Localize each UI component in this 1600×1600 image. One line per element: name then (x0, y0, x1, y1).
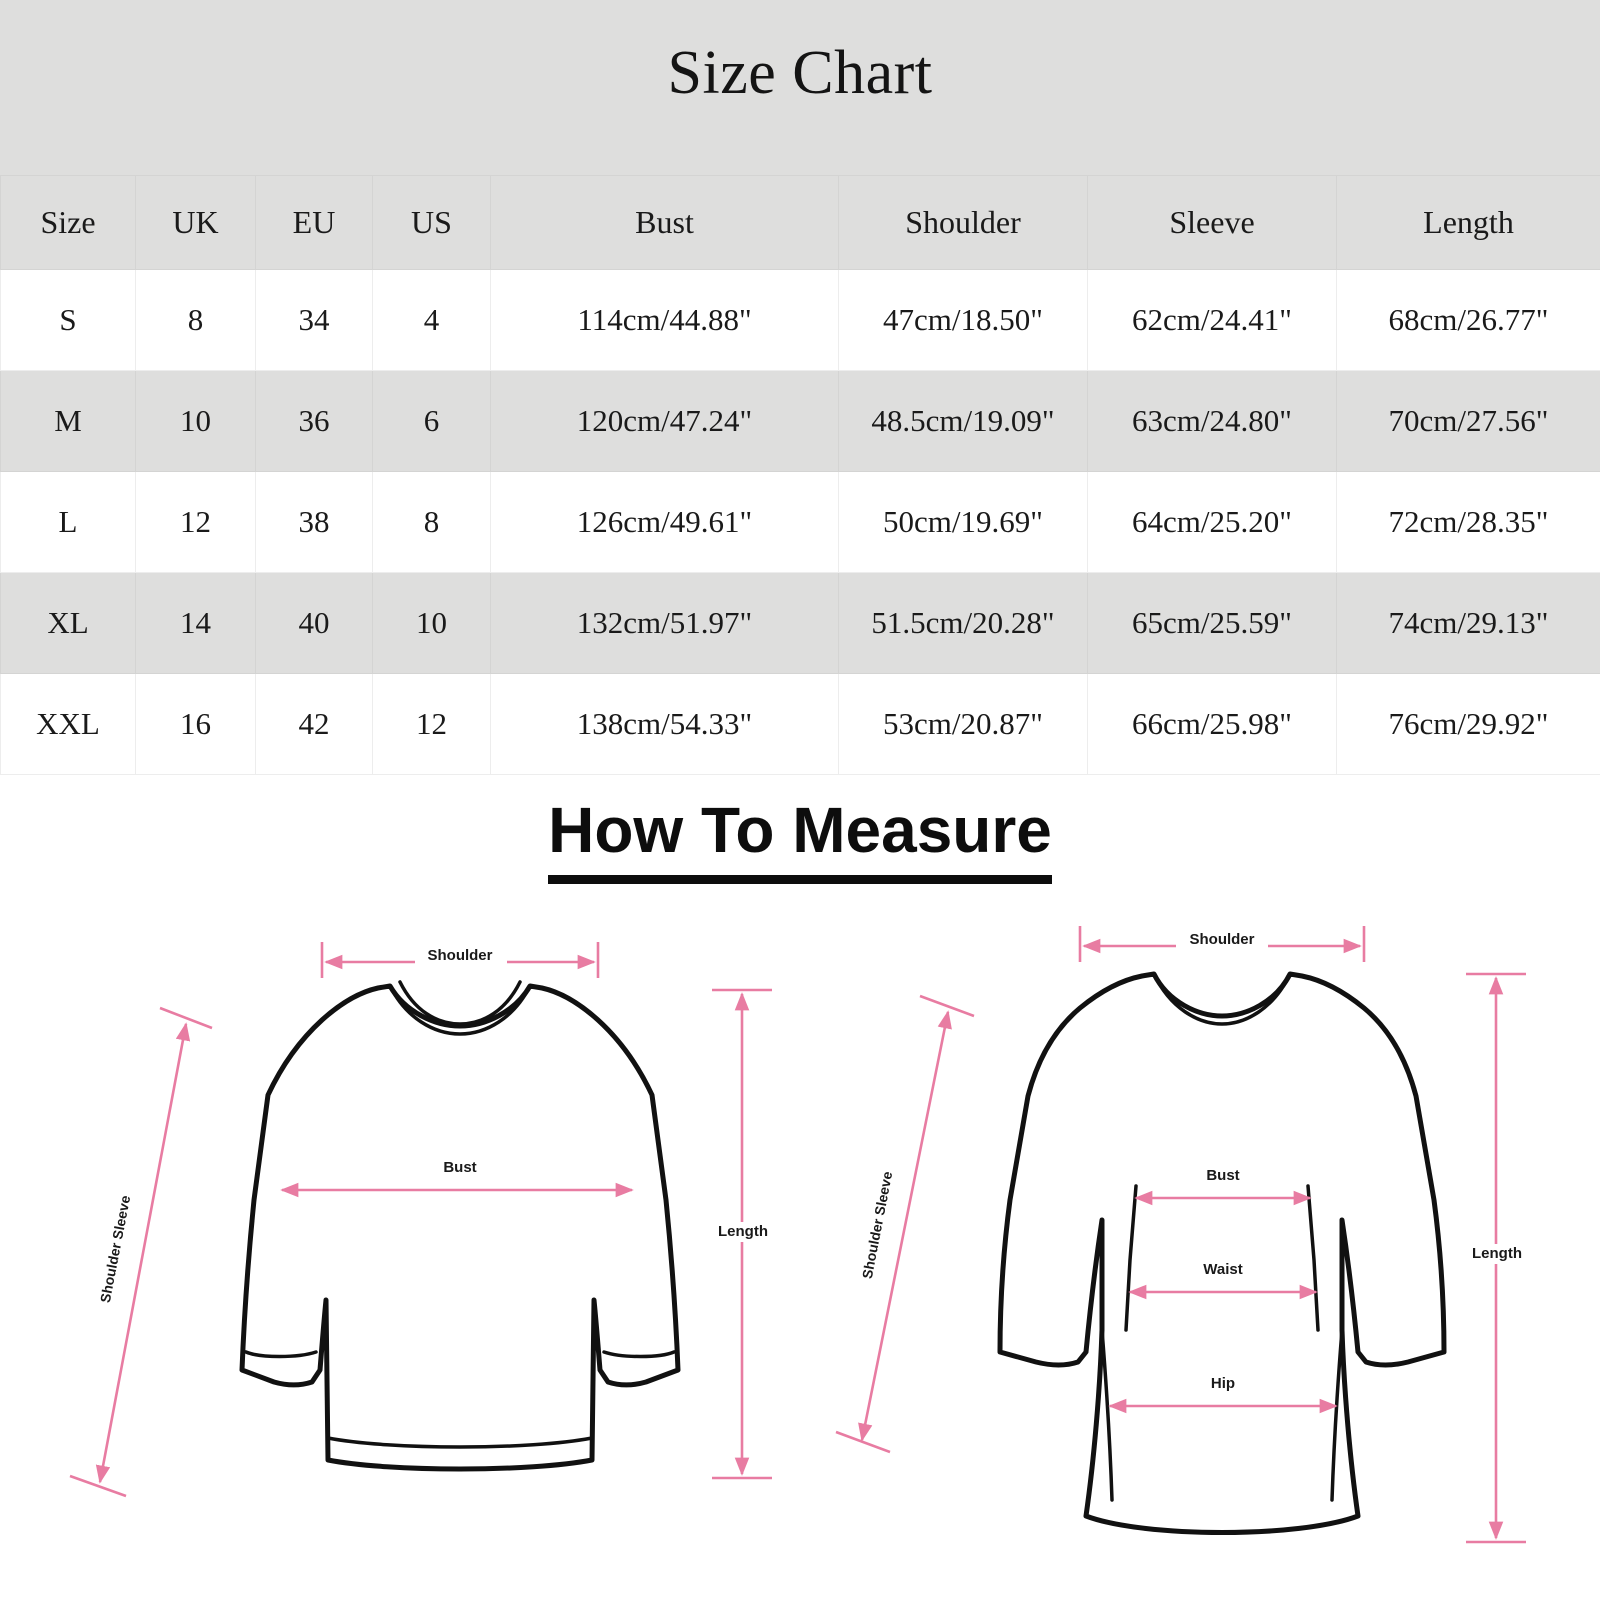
cell-sleeve: 66cm/25.98" (1087, 673, 1337, 775)
cell-size: L (0, 471, 136, 573)
column-header-shoulder: Shoulder (838, 175, 1088, 270)
bust-label: Bust (1206, 1167, 1239, 1184)
table-header-row: Size UK EU US Bust Shoulder Sleeve Lengt… (0, 175, 1600, 270)
shoulder-sleeve-dimension-arrow: Shoulder Sleeve (69, 1006, 213, 1498)
bust-dimension-arrow: Bust (280, 1158, 634, 1198)
how-to-measure-section-header: How To Measure (0, 783, 1600, 898)
cell-size: XXL (0, 673, 136, 775)
column-header-us: US (372, 175, 491, 270)
cell-length: 76cm/29.92" (1336, 673, 1600, 775)
size-chart-table: Size UK EU US Bust Shoulder Sleeve Lengt… (0, 175, 1600, 775)
shoulder-label: Shoulder (1189, 931, 1254, 948)
waist-dimension-arrow: Waist (1128, 1260, 1318, 1300)
column-header-uk: UK (135, 175, 256, 270)
cell-uk: 14 (135, 572, 256, 674)
cell-us: 4 (372, 269, 491, 371)
table-row: M 10 36 6 120cm/47.24" 48.5cm/19.09" 63c… (0, 370, 1600, 472)
cell-bust: 120cm/47.24" (490, 370, 839, 472)
title-banner: Size Chart (0, 0, 1600, 175)
shoulder-sleeve-label: Shoulder Sleeve (859, 1170, 896, 1280)
cell-shoulder: 48.5cm/19.09" (838, 370, 1088, 472)
cell-sleeve: 65cm/25.59" (1087, 572, 1337, 674)
cell-size: M (0, 370, 136, 472)
length-dimension-arrow: Length (1466, 972, 1526, 1544)
cell-us: 12 (372, 673, 491, 775)
cell-uk: 10 (135, 370, 256, 472)
cell-size: XL (0, 572, 136, 674)
table-row: XL 14 40 10 132cm/51.97" 51.5cm/20.28" 6… (0, 572, 1600, 674)
sweatshirt-diagram: Shoulder Bust Shoulder Sleeve Length (60, 900, 800, 1600)
cell-eu: 42 (255, 673, 373, 775)
shoulder-dimension-arrow: Shoulder (320, 942, 600, 978)
column-header-eu: EU (255, 175, 373, 270)
cell-us: 8 (372, 471, 491, 573)
cell-us: 10 (372, 572, 491, 674)
table-row: L 12 38 8 126cm/49.61" 50cm/19.69" 64cm/… (0, 471, 1600, 573)
column-header-sleeve: Sleeve (1087, 175, 1337, 270)
how-to-measure-heading: How To Measure (548, 797, 1052, 884)
waist-label: Waist (1203, 1261, 1242, 1278)
column-header-size: Size (0, 175, 136, 270)
bust-dimension-arrow: Bust (1134, 1166, 1312, 1206)
hip-label: Hip (1211, 1375, 1235, 1392)
column-header-length: Length (1336, 175, 1600, 270)
cell-bust: 132cm/51.97" (490, 572, 839, 674)
cell-bust: 114cm/44.88" (490, 269, 839, 371)
shoulder-label: Shoulder (427, 947, 492, 964)
hip-dimension-arrow: Hip (1108, 1374, 1338, 1414)
shoulder-sleeve-label: Shoulder Sleeve (97, 1194, 134, 1304)
cell-shoulder: 50cm/19.69" (838, 471, 1088, 573)
bust-label: Bust (443, 1159, 476, 1176)
measurement-diagrams: Shoulder Bust Shoulder Sleeve Length Sho… (0, 900, 1600, 1600)
sweatshirt-outline-icon (239, 980, 681, 1472)
column-header-bust: Bust (490, 175, 839, 270)
table-row: XXL 16 42 12 138cm/54.33" 53cm/20.87" 66… (0, 673, 1600, 775)
cell-shoulder: 51.5cm/20.28" (838, 572, 1088, 674)
size-chart-table-container: Size UK EU US Bust Shoulder Sleeve Lengt… (0, 175, 1600, 775)
length-label: Length (1472, 1245, 1522, 1262)
cell-size: S (0, 269, 136, 371)
length-dimension-arrow: Length (712, 988, 772, 1480)
cell-sleeve: 63cm/24.80" (1087, 370, 1337, 472)
dress-diagram: Shoulder Bust Waist Hip Shoulder Sleeve … (830, 900, 1570, 1600)
cell-length: 70cm/27.56" (1336, 370, 1600, 472)
cell-bust: 126cm/49.61" (490, 471, 839, 573)
cell-length: 72cm/28.35" (1336, 471, 1600, 573)
cell-shoulder: 53cm/20.87" (838, 673, 1088, 775)
length-label: Length (718, 1223, 768, 1240)
cell-us: 6 (372, 370, 491, 472)
cell-sleeve: 62cm/24.41" (1087, 269, 1337, 371)
cell-sleeve: 64cm/25.20" (1087, 471, 1337, 573)
cell-eu: 34 (255, 269, 373, 371)
cell-bust: 138cm/54.33" (490, 673, 839, 775)
cell-length: 74cm/29.13" (1336, 572, 1600, 674)
cell-uk: 12 (135, 471, 256, 573)
page-title: Size Chart (667, 39, 933, 107)
cell-eu: 40 (255, 572, 373, 674)
dress-outline-icon (997, 971, 1447, 1535)
cell-shoulder: 47cm/18.50" (838, 269, 1088, 371)
cell-uk: 8 (135, 269, 256, 371)
shoulder-sleeve-dimension-arrow: Shoulder Sleeve (835, 994, 975, 1454)
shoulder-dimension-arrow: Shoulder (1078, 926, 1366, 962)
table-row: S 8 34 4 114cm/44.88" 47cm/18.50" 62cm/2… (0, 269, 1600, 371)
cell-eu: 36 (255, 370, 373, 472)
cell-eu: 38 (255, 471, 373, 573)
cell-length: 68cm/26.77" (1336, 269, 1600, 371)
cell-uk: 16 (135, 673, 256, 775)
